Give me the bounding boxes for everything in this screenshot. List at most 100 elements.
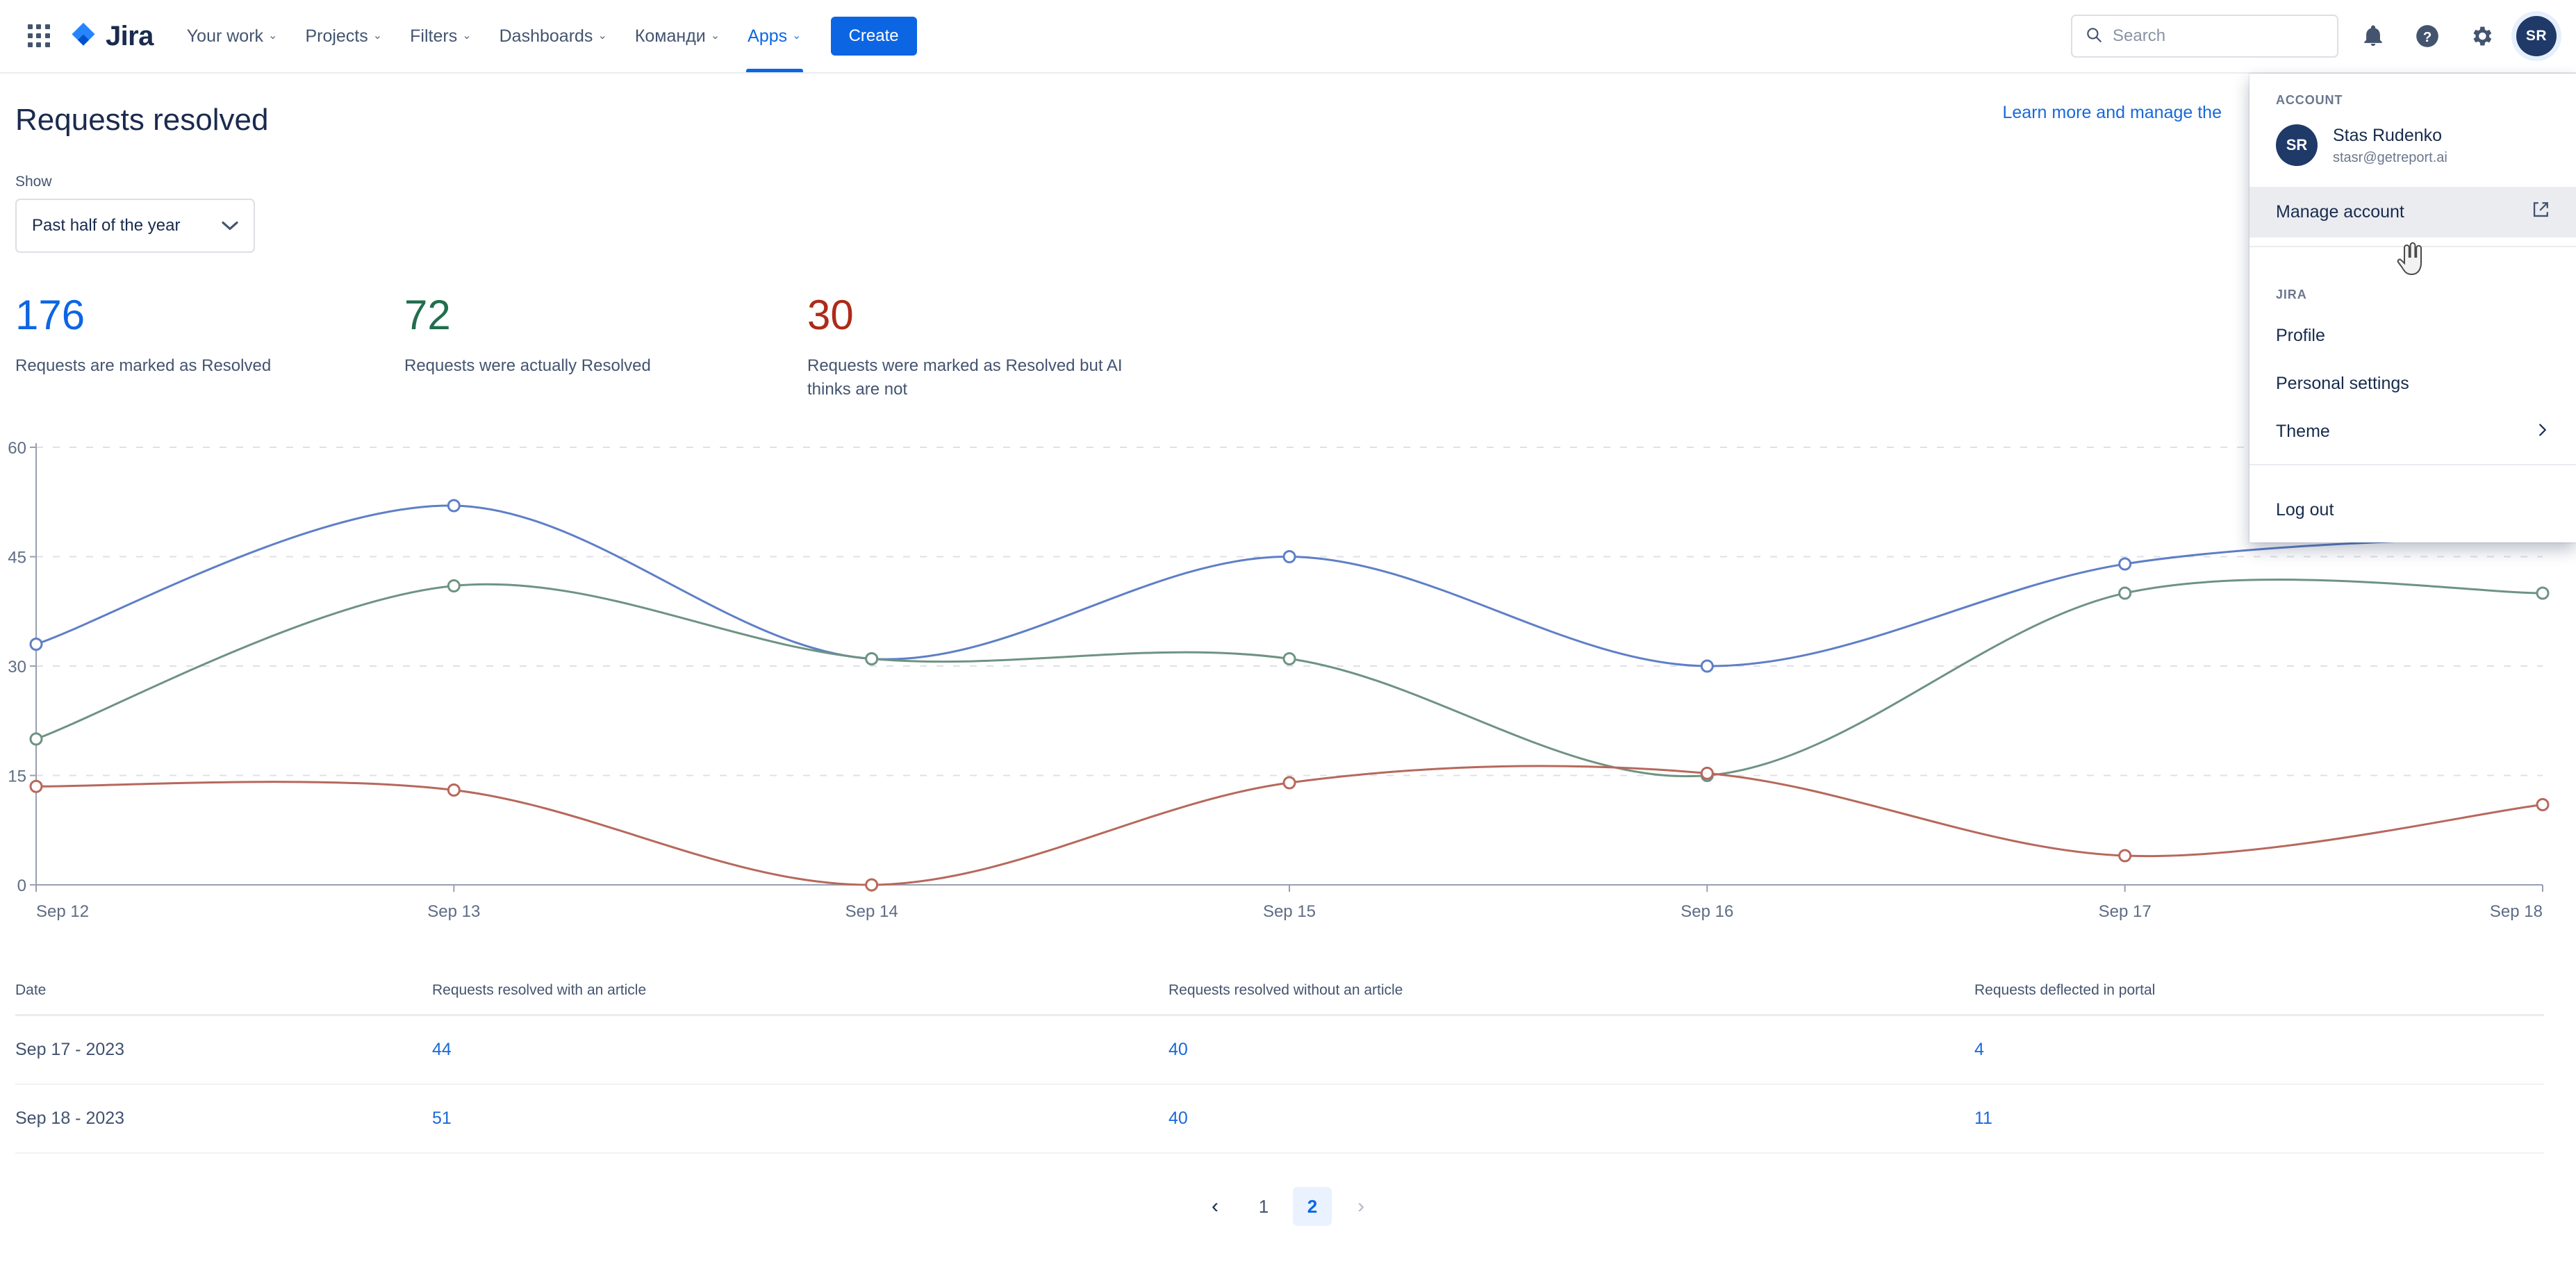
pagination-prev-button[interactable]: ‹ xyxy=(1196,1187,1235,1226)
cell-deflected[interactable]: 4 xyxy=(1974,1015,2544,1086)
cell-date: Sep 17 - 2023 xyxy=(15,1015,432,1086)
table-head: Date Requests resolved with an article R… xyxy=(15,982,2544,1015)
nav-item-label: Projects xyxy=(305,26,368,46)
column-header-deflected: Requests deflected in portal xyxy=(1974,982,2156,999)
cell-with-article[interactable]: 51 xyxy=(432,1084,1169,1154)
chevron-down-icon: ⌄ xyxy=(710,30,720,42)
menu-item-label: Personal settings xyxy=(2276,374,2409,393)
metric-description: Requests are marked as Resolved xyxy=(15,356,272,375)
column-header-with-article: Requests resolved with an article xyxy=(432,982,647,999)
chevron-down-icon: ⌄ xyxy=(597,30,607,42)
menu-item-label: Theme xyxy=(2276,422,2330,441)
chart-svg: 0 15 30 45 60 Sep 12 Sep 13 Sep 14 Sep 15 Sep 16 S… xyxy=(8,439,2550,921)
svg-text:0: 0 xyxy=(17,877,26,895)
top-navigation-bar: Jira Your work ⌄ Projects ⌄ Filters ⌄ Da… xyxy=(0,0,2576,74)
svg-text:?: ? xyxy=(2423,29,2432,45)
learn-more-link[interactable]: Learn more and manage the xyxy=(2003,103,2222,123)
nav-item-label: Filters xyxy=(410,26,458,46)
metric-ai-disagrees: 30 Requests were marked as Resolved but … xyxy=(807,294,1224,401)
table-header-row: Date Requests resolved with an article R… xyxy=(15,982,2544,1015)
menu-item-theme[interactable]: Theme xyxy=(2249,408,2576,456)
notifications-icon[interactable] xyxy=(2354,17,2393,56)
nav-item-your-work[interactable]: Your work ⌄ xyxy=(173,0,292,72)
metric-marked-resolved: 176 Requests are marked as Resolved xyxy=(15,294,404,401)
nav-item-dashboards[interactable]: Dashboards ⌄ xyxy=(486,0,621,72)
svg-text:45: 45 xyxy=(8,549,26,567)
svg-text:Sep 14: Sep 14 xyxy=(845,902,898,921)
nav-right-group: ? SR xyxy=(2071,15,2557,58)
cell-with-article[interactable]: 44 xyxy=(432,1015,1169,1086)
metric-description: Requests were marked as Resolved but AI … xyxy=(807,356,1123,399)
cell-without-article[interactable]: 40 xyxy=(1169,1084,1974,1154)
jira-logo[interactable]: Jira xyxy=(68,21,154,52)
menu-item-label: Manage account xyxy=(2276,202,2404,222)
nav-item-teams[interactable]: Команди ⌄ xyxy=(621,0,734,72)
pagination-page-2[interactable]: 2 xyxy=(1293,1187,1332,1227)
table-row: Sep 18 - 2023 51 40 11 xyxy=(15,1084,2544,1154)
cell-date: Sep 18 - 2023 xyxy=(15,1084,432,1154)
cell-deflected[interactable]: 11 xyxy=(1974,1084,2544,1154)
nav-item-apps[interactable]: Apps ⌄ xyxy=(734,0,815,72)
svg-text:Sep 15: Sep 15 xyxy=(1263,902,1316,921)
requests-resolved-line-chart: 0 15 30 45 60 Sep 12 Sep 13 Sep 14 Sep 15 Sep 16 S… xyxy=(0,426,2576,954)
cell-without-article[interactable]: 40 xyxy=(1169,1015,1974,1086)
account-dropdown-menu: ACCOUNT SR Stas Rudenko stasr@getreport.… xyxy=(2249,74,2576,542)
search-box[interactable] xyxy=(2071,15,2338,58)
metric-value: 72 xyxy=(404,292,451,338)
pagination-page-1[interactable]: 1 xyxy=(1244,1187,1283,1226)
app-switcher-icon[interactable] xyxy=(19,17,58,56)
search-input[interactable] xyxy=(2113,26,2325,46)
svg-text:Sep 18: Sep 18 xyxy=(2490,902,2543,921)
menu-spacer xyxy=(2249,256,2576,268)
menu-item-manage-account[interactable]: Manage account xyxy=(2249,187,2576,238)
menu-item-profile[interactable]: Profile xyxy=(2249,312,2576,360)
table-row: Sep 17 - 2023 44 40 4 xyxy=(15,1015,2544,1086)
nav-item-projects[interactable]: Projects ⌄ xyxy=(291,0,396,72)
chevron-down-icon xyxy=(222,216,238,235)
jira-logo-text: Jira xyxy=(106,20,154,51)
svg-text:Sep 13: Sep 13 xyxy=(427,902,480,921)
menu-user-name: Stas Rudenko xyxy=(2333,126,2443,146)
column-header-without-article: Requests resolved without an article xyxy=(1169,982,1403,999)
chevron-down-icon: ⌄ xyxy=(268,30,278,42)
nav-item-label: Команди xyxy=(634,26,706,46)
nav-item-filters[interactable]: Filters ⌄ xyxy=(396,0,485,72)
create-button[interactable]: Create xyxy=(830,17,917,56)
metric-description: Requests were actually Resolved xyxy=(404,356,651,375)
svg-text:30: 30 xyxy=(8,658,26,676)
chevron-down-icon: ⌄ xyxy=(372,30,383,42)
gear-icon[interactable] xyxy=(2462,17,2501,56)
nav-item-label: Your work xyxy=(186,26,264,46)
svg-text:Sep 12: Sep 12 xyxy=(36,902,89,921)
jira-mark-icon xyxy=(68,21,99,51)
menu-section-account-label: ACCOUNT xyxy=(2276,93,2343,107)
main-nav-items: Your work ⌄ Projects ⌄ Filters ⌄ Dashboa… xyxy=(173,0,816,72)
table-body: Sep 17 - 2023 44 40 4 Sep 18 - 2023 51 4… xyxy=(15,1015,2544,1154)
metric-value: 30 xyxy=(807,292,854,338)
svg-text:60: 60 xyxy=(8,439,26,458)
pagination: ‹ 1 2 › xyxy=(0,1187,2576,1227)
menu-avatar: SR xyxy=(2276,124,2318,166)
menu-divider xyxy=(2249,246,2576,247)
svg-text:15: 15 xyxy=(8,767,26,786)
period-select-value: Past half of the year xyxy=(32,216,181,235)
help-icon[interactable]: ? xyxy=(2408,17,2447,56)
menu-user-profile: SR Stas Rudenko stasr@getreport.ai xyxy=(2249,117,2576,187)
menu-item-log-out[interactable]: Log out xyxy=(2249,486,2576,534)
pagination-next-button[interactable]: › xyxy=(1341,1187,1380,1226)
svg-text:Sep 17: Sep 17 xyxy=(2099,902,2152,921)
svg-text:Sep 16: Sep 16 xyxy=(1681,902,1733,921)
chevron-down-icon: ⌄ xyxy=(462,30,472,42)
menu-section-jira-label: JIRA xyxy=(2276,288,2307,301)
metric-value: 176 xyxy=(15,292,85,338)
column-header-date: Date xyxy=(15,982,47,999)
menu-item-personal-settings[interactable]: Personal settings xyxy=(2249,360,2576,408)
avatar[interactable]: SR xyxy=(2516,16,2557,56)
period-select[interactable]: Past half of the year xyxy=(15,199,255,253)
chevron-right-icon xyxy=(2536,422,2550,442)
external-link-icon xyxy=(2532,201,2550,224)
nav-item-label: Apps xyxy=(748,26,788,46)
show-filter: Show Past half of the year xyxy=(0,138,2576,253)
search-icon xyxy=(2085,26,2103,47)
requests-table: Date Requests resolved with an article R… xyxy=(15,982,2544,1154)
